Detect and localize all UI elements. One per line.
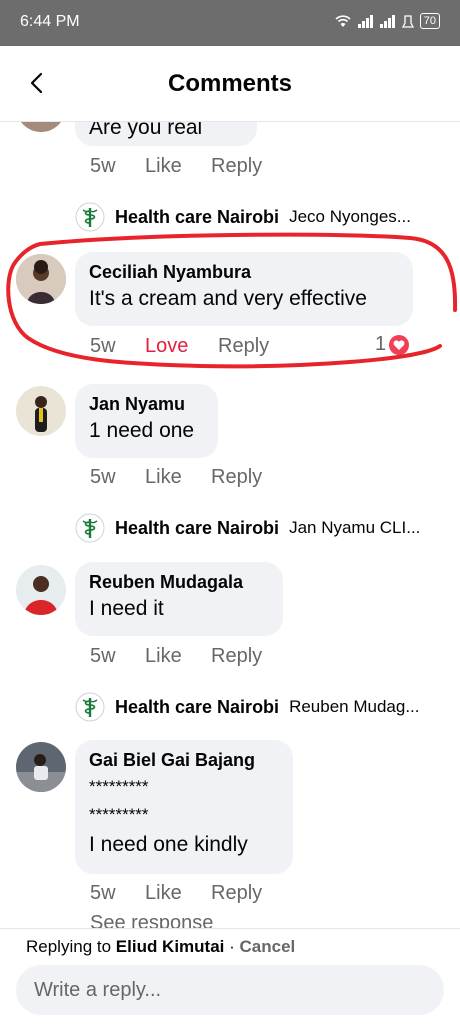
see-response-label: See response: [90, 912, 214, 928]
like-button[interactable]: Like: [145, 155, 211, 178]
comment-author[interactable]: Jan Nyamu: [89, 392, 204, 416]
reaction-count-number: 1: [375, 333, 387, 355]
reply-button[interactable]: Reply: [211, 882, 262, 905]
comment-author[interactable]: Reuben Mudagala: [89, 570, 269, 594]
comment-actions: 5w Like Reply: [90, 645, 262, 668]
battery-indicator: 70: [419, 13, 440, 29]
comment-age: 5w: [90, 645, 116, 667]
comment-author[interactable]: Gai Biel Gai Bajang: [89, 748, 279, 772]
avatar-photo: [16, 386, 66, 436]
comment-bubble: Reuben Mudagala I need it: [75, 562, 283, 636]
love-reaction-button[interactable]: Love: [145, 335, 218, 358]
signal-icon: [357, 14, 373, 28]
avatar[interactable]: [16, 565, 66, 615]
comment-age: 5w: [90, 335, 116, 357]
avatar-photo: [16, 254, 66, 304]
reply-button[interactable]: Reply: [218, 335, 269, 358]
avatar[interactable]: [16, 742, 66, 792]
comment-text: It's a cream and very effective: [89, 287, 367, 310]
data-saver-icon: [401, 14, 414, 28]
comment-actions: 5w Like Reply: [90, 466, 262, 489]
reply-preview[interactable]: Health care Nairobi Jeco Nyonges...: [75, 202, 411, 232]
cancel-reply-button[interactable]: Cancel: [240, 937, 296, 956]
comment-text-line: *********: [89, 777, 149, 796]
wifi-icon: [335, 15, 351, 27]
reply-preview-author: Health care Nairobi: [115, 206, 280, 227]
reply-button[interactable]: Reply: [211, 155, 262, 178]
comment-actions: 5w Like Reply: [90, 155, 262, 178]
heart-icon: [389, 334, 410, 355]
replying-separator: ·: [224, 937, 240, 956]
comment-text-line: *********: [89, 805, 149, 824]
comment-author[interactable]: Ceciliah Nyambura: [89, 260, 399, 284]
status-time: 6:44 PM: [20, 13, 80, 30]
page-title: Comments: [167, 70, 293, 97]
like-button[interactable]: Like: [145, 645, 211, 668]
health-care-logo-icon: [75, 692, 105, 722]
reply-button[interactable]: Reply: [211, 645, 262, 668]
comment-actions: 5w Love Reply: [90, 335, 269, 358]
health-care-logo-icon: [75, 513, 105, 543]
reply-preview-author: Health care Nairobi: [115, 696, 280, 717]
reply-input[interactable]: [16, 965, 444, 1015]
status-bar: 6:44 PM 70: [0, 0, 460, 46]
replying-to-bar: Replying to Eliud Kimutai · Cancel: [26, 937, 295, 957]
avatar[interactable]: [16, 122, 66, 132]
avatar-photo: [16, 742, 66, 792]
comment-text: Are you real: [89, 122, 203, 139]
like-button[interactable]: Like: [145, 882, 211, 905]
comment-text: I need it: [89, 597, 164, 620]
health-care-logo-icon: [75, 202, 105, 232]
reply-button[interactable]: Reply: [211, 466, 262, 489]
see-response-link[interactable]: See response: [90, 912, 213, 928]
signal-icon: [379, 14, 395, 28]
comment-bubble: Gai Biel Gai Bajang ********* ********* …: [75, 740, 293, 874]
reply-composer: Replying to Eliud Kimutai · Cancel: [0, 928, 460, 1024]
reply-preview-text: Reuben Mudag...: [289, 697, 420, 716]
avatar[interactable]: [16, 254, 66, 304]
like-button[interactable]: Like: [145, 466, 211, 489]
reply-preview-text: Jeco Nyonges...: [289, 207, 411, 226]
reply-preview-author: Health care Nairobi: [115, 517, 280, 538]
reply-preview-text: Jan Nyamu CLI...: [289, 518, 421, 537]
comment-text-line: I need one kindly: [89, 833, 248, 856]
avatar-photo: [16, 565, 66, 615]
reaction-count[interactable]: 1: [375, 333, 410, 356]
comment-list[interactable]: Are you real 5w Like Reply Health care N…: [0, 122, 460, 928]
reply-preview[interactable]: Health care Nairobi Jan Nyamu CLI...: [75, 513, 420, 543]
reply-preview[interactable]: Health care Nairobi Reuben Mudag...: [75, 692, 419, 722]
comment-bubble: Jan Nyamu 1 need one: [75, 384, 218, 458]
comment-bubble: Are you real: [75, 122, 257, 146]
avatar[interactable]: [16, 386, 66, 436]
comment-age: 5w: [90, 882, 116, 904]
header: Comments: [0, 46, 460, 122]
comment-actions: 5w Like Reply: [90, 882, 262, 905]
comment-age: 5w: [90, 466, 116, 488]
comment-age: 5w: [90, 155, 116, 177]
status-icons: 70: [334, 13, 440, 29]
comment-text: 1 need one: [89, 419, 195, 442]
replying-prefix: Replying to: [26, 937, 116, 956]
comment-bubble: Ceciliah Nyambura It's a cream and very …: [75, 252, 413, 326]
replying-name: Eliud Kimutai: [115, 937, 225, 956]
